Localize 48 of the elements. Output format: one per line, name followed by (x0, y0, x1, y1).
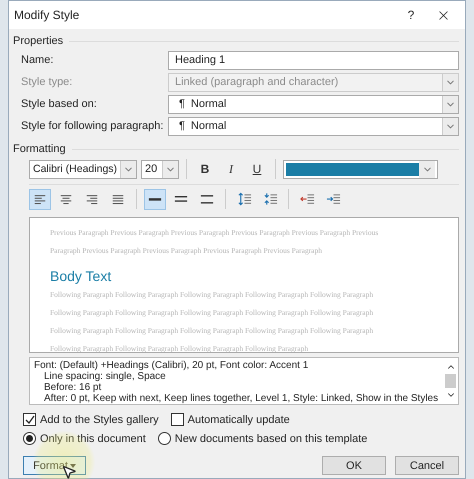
line-spacing-icon (200, 194, 214, 204)
font-dropdown[interactable]: Calibri (Headings) (29, 160, 137, 178)
dropdown-field[interactable]: ¶ Normal (168, 94, 459, 114)
increase-indent-icon (326, 192, 340, 206)
field-label: Name: (21, 54, 54, 66)
decrease-indent-icon (300, 192, 314, 206)
dialog-button[interactable]: Cancel (395, 456, 459, 475)
radio-button[interactable] (23, 432, 36, 445)
field-label: Style for following paragraph: (21, 120, 164, 132)
section-heading: Properties (13, 35, 64, 47)
input-field[interactable]: Heading 1 (168, 50, 459, 70)
description-text: Before: 16 pt (43, 382, 102, 393)
font-color-dropdown[interactable] (283, 160, 438, 178)
checkbox[interactable] (170, 413, 184, 426)
spacing-after-icon (262, 192, 278, 206)
field-label: Style type: (21, 76, 74, 88)
bold-button[interactable]: B (194, 158, 216, 180)
description-text: Line spacing: single, Space (43, 371, 167, 382)
checkbox-label: Add to the Styles gallery (40, 414, 159, 426)
cursor-highlight (33, 431, 95, 479)
italic-button[interactable]: I (220, 158, 242, 180)
align-justify-icon (111, 194, 125, 204)
radio-button[interactable] (158, 432, 171, 445)
checkbox[interactable] (23, 413, 36, 426)
font-size-dropdown[interactable]: 20 (141, 160, 179, 178)
radio-label: Only in this document (40, 432, 146, 444)
underline-button[interactable]: U (246, 158, 268, 180)
description-text: After: 0 pt, Keep with next, Keep lines together, Level 1, Style: Linked, Show in the Styles (43, 393, 439, 404)
radio-label: New documents based on this template (174, 432, 368, 444)
spacing-before-icon (236, 192, 252, 206)
dropdown-field[interactable]: ¶ Normal (168, 116, 459, 136)
alignment-button[interactable] (29, 188, 51, 210)
section-heading: Formatting (13, 143, 66, 155)
dialog-button[interactable]: OK (322, 456, 386, 475)
pilcrow-mark: ¶ (179, 120, 185, 132)
checkbox-label: Automatically update (188, 414, 290, 426)
window-title: Modify Style (14, 8, 80, 22)
align-right-icon (85, 194, 99, 204)
align-center-icon (59, 194, 73, 204)
line-spacing-icon (174, 194, 188, 204)
align-left-icon (33, 194, 47, 204)
field-label: Style based on: (21, 98, 98, 110)
sample-text: Body Text (50, 268, 112, 284)
help-button[interactable]: ? (386, 8, 436, 22)
line-spacing-button[interactable] (144, 188, 166, 210)
description-text: Font: (Default) +Headings (Calibri), 20 pt, Font color: Accent 1 (34, 360, 310, 371)
pilcrow-mark: ¶ (179, 98, 185, 110)
scroll-thumb[interactable] (445, 374, 456, 388)
